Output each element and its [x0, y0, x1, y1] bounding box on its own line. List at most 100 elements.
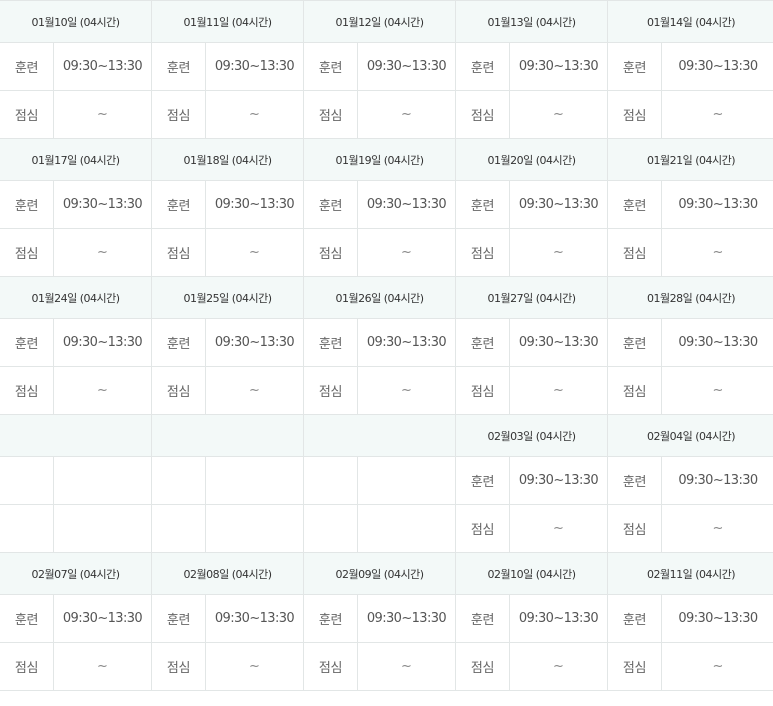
day-header: 01월28일 (04시간): [607, 276, 773, 319]
lunch-label: 점심: [151, 642, 206, 691]
lunch-time: ~: [53, 366, 152, 415]
day-header: 02월09일 (04시간): [303, 552, 456, 595]
training-time: 09:30~13:30: [661, 318, 773, 367]
training-row: 훈련 09:30~13:30 훈련 09:30~13:30 훈련 09:30~13:30 훈…: [0, 318, 773, 367]
training-time: 09:30~13:30: [53, 180, 152, 229]
training-label: 훈련: [607, 42, 662, 91]
training-label: 훈련: [303, 594, 358, 643]
lunch-time: ~: [661, 90, 773, 139]
lunch-time: ~: [661, 228, 773, 277]
training-time: 09:30~13:30: [509, 318, 608, 367]
day-header: 01월18일 (04시간): [151, 138, 304, 181]
day-header: 01월20일 (04시간): [455, 138, 608, 181]
lunch-label: 점심: [455, 642, 510, 691]
lunch-time: ~: [205, 642, 304, 691]
week-header-row: 02월03일 (04시간) 02월04일 (04시간): [0, 414, 773, 457]
lunch-label: 점심: [151, 90, 206, 139]
week-header-row: 01월10일 (04시간) 01월11일 (04시간) 01월12일 (04시간) 0…: [0, 0, 773, 43]
day-header: 02월11일 (04시간): [607, 552, 773, 595]
lunch-time: ~: [357, 366, 456, 415]
day-header: 01월24일 (04시간): [0, 276, 152, 319]
week-header-row: 01월17일 (04시간) 01월18일 (04시간) 01월19일 (04시간) 0…: [0, 138, 773, 181]
training-time: 09:30~13:30: [509, 42, 608, 91]
empty-day-header: [151, 414, 304, 457]
lunch-label: 점심: [607, 90, 662, 139]
lunch-time: ~: [53, 228, 152, 277]
empty-cell: [151, 456, 206, 505]
empty-day-header: [303, 414, 456, 457]
lunch-time: ~: [509, 366, 608, 415]
lunch-label: 점심: [303, 642, 358, 691]
lunch-label: 점심: [455, 90, 510, 139]
lunch-label: 점심: [151, 366, 206, 415]
training-time: 09:30~13:30: [53, 42, 152, 91]
training-time: 09:30~13:30: [53, 594, 152, 643]
training-label: 훈련: [607, 594, 662, 643]
training-label: 훈련: [303, 42, 358, 91]
day-header: 01월11일 (04시간): [151, 0, 304, 43]
training-label: 훈련: [303, 180, 358, 229]
lunch-time: ~: [661, 504, 773, 553]
empty-cell: [151, 504, 206, 553]
day-header: 01월10일 (04시간): [0, 0, 152, 43]
lunch-label: 점심: [455, 504, 510, 553]
training-time: 09:30~13:30: [53, 318, 152, 367]
lunch-label: 점심: [455, 228, 510, 277]
empty-day-header: [0, 414, 152, 457]
day-header: 01월26일 (04시간): [303, 276, 456, 319]
training-label: 훈련: [0, 180, 54, 229]
training-label: 훈련: [0, 318, 54, 367]
lunch-row: 점심 ~ 점심 ~ 점심 ~ 점심 ~ 점심 ~: [0, 642, 773, 691]
day-header: 01월19일 (04시간): [303, 138, 456, 181]
training-label: 훈련: [0, 42, 54, 91]
lunch-row: 점심 ~ 점심 ~ 점심 ~ 점심 ~ 점심 ~: [0, 228, 773, 277]
training-label: 훈련: [0, 594, 54, 643]
lunch-time: ~: [205, 228, 304, 277]
lunch-label: 점심: [607, 504, 662, 553]
empty-cell: [0, 456, 54, 505]
lunch-time: ~: [661, 642, 773, 691]
day-header: 01월13일 (04시간): [455, 0, 608, 43]
lunch-time: ~: [509, 228, 608, 277]
day-header: 02월04일 (04시간): [607, 414, 773, 457]
lunch-label: 점심: [303, 90, 358, 139]
training-time: 09:30~13:30: [205, 318, 304, 367]
lunch-time: ~: [661, 366, 773, 415]
training-time: 09:30~13:30: [509, 456, 608, 505]
training-label: 훈련: [151, 42, 206, 91]
week-header-row: 02월07일 (04시간) 02월08일 (04시간) 02월09일 (04시간) 0…: [0, 552, 773, 595]
training-row: 훈련 09:30~13:30 훈련 09:30~13:30 훈련 09:30~13:30 훈…: [0, 180, 773, 229]
training-label: 훈련: [455, 594, 510, 643]
lunch-label: 점심: [0, 642, 54, 691]
day-header: 02월03일 (04시간): [455, 414, 608, 457]
training-schedule-table: 01월10일 (04시간) 01월11일 (04시간) 01월12일 (04시간) 0…: [0, 0, 773, 691]
training-row: 훈련 09:30~13:30 훈련 09:30~13:30 훈련 09:30~13:30 훈…: [0, 42, 773, 91]
day-header: 01월14일 (04시간): [607, 0, 773, 43]
training-label: 훈련: [151, 318, 206, 367]
lunch-row: 점심 ~ 점심 ~ 점심 ~ 점심 ~ 점심 ~: [0, 90, 773, 139]
training-label: 훈련: [151, 180, 206, 229]
week-header-row: 01월24일 (04시간) 01월25일 (04시간) 01월26일 (04시간) 0…: [0, 276, 773, 319]
training-label: 훈련: [151, 594, 206, 643]
lunch-label: 점심: [0, 90, 54, 139]
lunch-time: ~: [53, 90, 152, 139]
lunch-time: ~: [509, 642, 608, 691]
training-row: 훈련 09:30~13:30 훈련 09:30~13:30: [0, 456, 773, 505]
schedule-body: 01월10일 (04시간) 01월11일 (04시간) 01월12일 (04시간) 0…: [0, 0, 773, 691]
training-time: 09:30~13:30: [661, 456, 773, 505]
training-label: 훈련: [607, 456, 662, 505]
empty-cell: [205, 504, 304, 553]
lunch-time: ~: [357, 90, 456, 139]
training-label: 훈련: [455, 180, 510, 229]
training-label: 훈련: [607, 318, 662, 367]
training-row: 훈련 09:30~13:30 훈련 09:30~13:30 훈련 09:30~13:30 훈…: [0, 594, 773, 643]
lunch-label: 점심: [303, 228, 358, 277]
empty-cell: [357, 504, 456, 553]
lunch-label: 점심: [607, 642, 662, 691]
day-header: 02월08일 (04시간): [151, 552, 304, 595]
empty-cell: [303, 504, 358, 553]
lunch-time: ~: [53, 642, 152, 691]
training-label: 훈련: [455, 456, 510, 505]
empty-cell: [53, 456, 152, 505]
lunch-time: ~: [509, 504, 608, 553]
